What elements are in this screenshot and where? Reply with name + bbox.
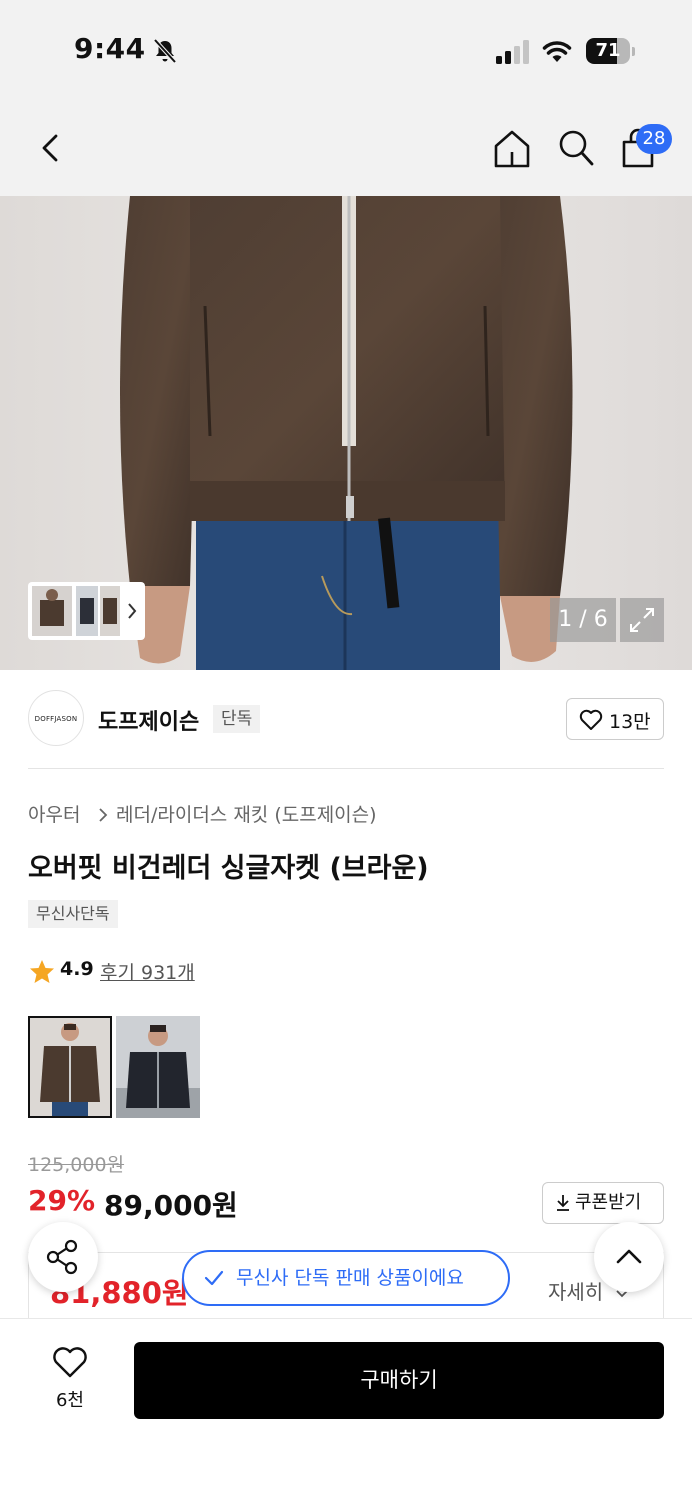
status-time: 9:44 [74,32,146,65]
exclusive-notice-text: 무신사 단독 판매 상품이에요 [236,1267,464,1289]
fullscreen-button[interactable] [620,598,664,642]
buy-button[interactable]: 구매하기 [134,1342,664,1419]
home-button[interactable] [490,124,534,172]
brand-like-button[interactable]: 13만 [566,698,664,740]
checkmark-icon [204,1270,224,1286]
exclusive-notice-pill[interactable]: 무신사 단독 판매 상품이에요 [182,1250,510,1306]
heart-outline-icon [579,709,603,730]
image-counter: 1 / 6 [550,598,616,642]
breadcrumb-chevron-icon [99,808,108,822]
back-arrow-icon [42,134,58,162]
breadcrumb-subcategory[interactable]: 레더/라이더스 재킷 (도프제이슨) [116,800,377,827]
battery-percent: 71 [595,40,621,61]
coupon-label: 쿠폰받기 [575,1192,642,1213]
thumbnail-previews [32,586,137,636]
bell-muted-icon [153,38,177,64]
wishlist-button[interactable]: 6천 [40,1344,100,1414]
expand-icon [630,608,654,632]
wishlist-count: 6천 [55,1390,84,1411]
share-button[interactable] [28,1222,98,1292]
sale-price: 89,000원 [104,1189,238,1222]
top-navigation-bar [0,100,692,196]
chevron-up-icon [616,1249,642,1264]
search-icon [559,130,594,166]
brand-like-count: 13만 [609,711,651,733]
share-icon [46,1239,78,1275]
wifi-icon [542,41,572,62]
brand-name[interactable]: 도프제이슨 [98,704,199,736]
color-option-brown[interactable] [28,1016,112,1118]
color-option-black[interactable] [116,1016,200,1118]
review-count-link[interactable]: 후기 931개 [100,958,195,985]
scroll-to-top-button[interactable] [594,1222,664,1292]
product-title: 오버핏 비건레더 싱글자켓 (브라운) [28,853,429,884]
home-icon [494,130,530,168]
exclusive-badge: 무신사단독 [28,900,118,928]
back-button[interactable] [28,124,72,172]
download-icon [557,1195,569,1211]
brand-exclusive-tag: 단독 [213,705,261,733]
heart-outline-icon [53,1347,87,1378]
discount-rate: 29% [28,1184,96,1217]
battery-indicator: 71 [586,38,636,64]
search-button[interactable] [554,124,598,172]
image-thumbnail-strip[interactable] [28,582,145,640]
chevron-right-icon [128,603,137,619]
breadcrumb-category[interactable]: 아우터 [28,800,80,827]
cart-count-badge: 28 [636,124,672,154]
black-jacket-thumbnail [116,1016,200,1118]
coupon-download-button[interactable]: 쿠폰받기 [542,1182,664,1224]
status-bar: 9:44 71 [0,0,692,100]
cellular-signal-icon [496,40,529,64]
star-icon [30,960,54,983]
original-price: 125,000원 [28,1154,125,1176]
section-divider [28,768,664,769]
brand-logo[interactable]: DOFFJASON [28,690,84,746]
brown-jacket-thumbnail [30,1018,110,1116]
rating-value: 4.9 [60,958,94,980]
